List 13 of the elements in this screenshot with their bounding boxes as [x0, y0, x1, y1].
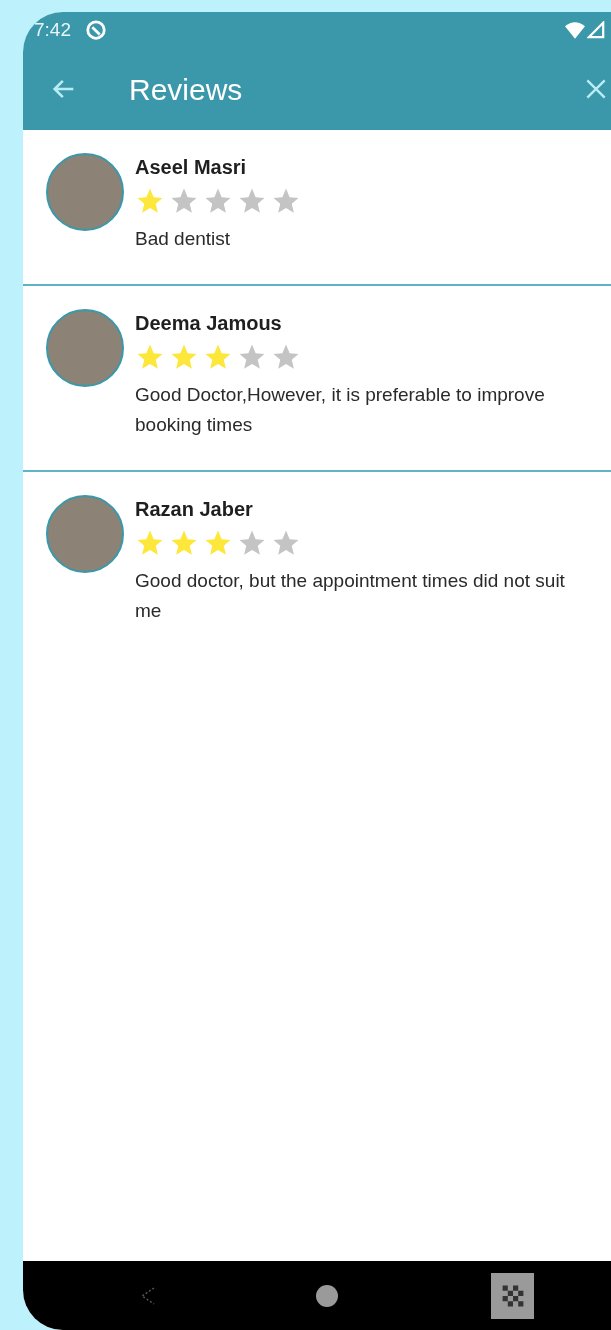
reviewer-name: Razan Jaber: [135, 497, 254, 522]
review-text: Good Doctor,However, it is preferable to improve booking times: [135, 383, 546, 437]
screen-title: Reviews: [129, 71, 243, 108]
review-text: Bad dentist: [135, 227, 232, 251]
nav-recents-button[interactable]: [491, 1272, 534, 1319]
wifi-icon: [565, 21, 585, 39]
review-text: Good doctor, but the appointment times did not suit me: [135, 569, 566, 623]
nav-home-button[interactable]: [316, 1284, 338, 1307]
signal-icon: [587, 21, 605, 39]
reviewer-name: Aseel Masri: [135, 155, 248, 180]
status-time: 7:42: [34, 17, 71, 42]
status-app-icon: [85, 19, 107, 41]
reviewer-name: Deema Jamous: [135, 311, 283, 336]
